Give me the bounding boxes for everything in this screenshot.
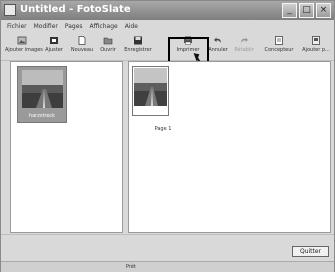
undo-icon: [214, 37, 221, 43]
app-icon: [4, 4, 16, 16]
new-icon: [78, 36, 86, 45]
adjust-icon: [50, 37, 58, 44]
app-window: Untitled - FotoSlate _ □ × Fichier Modif…: [0, 0, 335, 272]
save-button[interactable]: Enregistrer: [122, 36, 154, 60]
adjust-button[interactable]: Ajuster: [43, 36, 65, 60]
maximize-button[interactable]: □: [299, 3, 314, 18]
pages-panel[interactable]: Page 1: [128, 61, 331, 233]
add-images-label: Ajouter images: [5, 47, 43, 53]
undo-button[interactable]: Annuler: [206, 36, 230, 60]
add-page-button[interactable]: Ajouter p...: [299, 36, 333, 60]
open-label: Ouvrir: [100, 47, 116, 53]
title-bar[interactable]: Untitled - FotoSlate _ □ ×: [1, 1, 334, 20]
redo-label: Rétablir: [234, 47, 254, 53]
save-icon: [134, 36, 142, 45]
road-photo: [22, 70, 63, 108]
open-icon: [103, 37, 113, 45]
page-label: Page 1: [154, 126, 172, 132]
divider: [1, 234, 334, 235]
designer-label: Concepteur: [264, 47, 294, 53]
new-label: Nouveau: [70, 47, 94, 53]
page-thumbnail[interactable]: [132, 66, 169, 116]
menu-bar: Fichier Modifier Pages Affichage Aide: [1, 21, 334, 33]
add-page-icon: [312, 36, 320, 45]
window-title: Untitled - FotoSlate: [20, 4, 131, 15]
menu-edit[interactable]: Modifier: [34, 21, 58, 33]
open-button[interactable]: Ouvrir: [98, 36, 118, 60]
menu-view[interactable]: Affichage: [90, 21, 118, 33]
menu-file[interactable]: Fichier: [7, 21, 27, 33]
adjust-label: Ajuster: [45, 47, 63, 53]
designer-button[interactable]: Concepteur: [261, 36, 297, 60]
image-thumbnail[interactable]: harzstreck: [17, 66, 67, 123]
status-bar: Prêt: [1, 261, 334, 272]
image-label: harzstreck: [28, 113, 56, 119]
save-label: Enregistrer: [124, 47, 152, 53]
undo-label: Annuler: [208, 47, 228, 53]
add-images-button[interactable]: Ajouter images: [5, 36, 43, 60]
add-page-label: Ajouter p...: [302, 47, 330, 53]
new-button[interactable]: Nouveau: [69, 36, 95, 60]
menu-help[interactable]: Aide: [125, 21, 138, 33]
designer-icon: [275, 36, 283, 45]
close-button[interactable]: ×: [316, 3, 331, 18]
page-photo: [134, 68, 167, 106]
redo-button[interactable]: Rétablir: [232, 36, 256, 60]
minimize-button[interactable]: _: [282, 3, 297, 18]
quit-button[interactable]: Quitter: [292, 246, 329, 257]
menu-pages[interactable]: Pages: [65, 21, 83, 33]
status-text: Prêt: [126, 264, 136, 270]
image-library-panel[interactable]: harzstreck: [10, 61, 123, 233]
redo-icon: [241, 37, 248, 43]
add-images-icon: [17, 36, 27, 45]
